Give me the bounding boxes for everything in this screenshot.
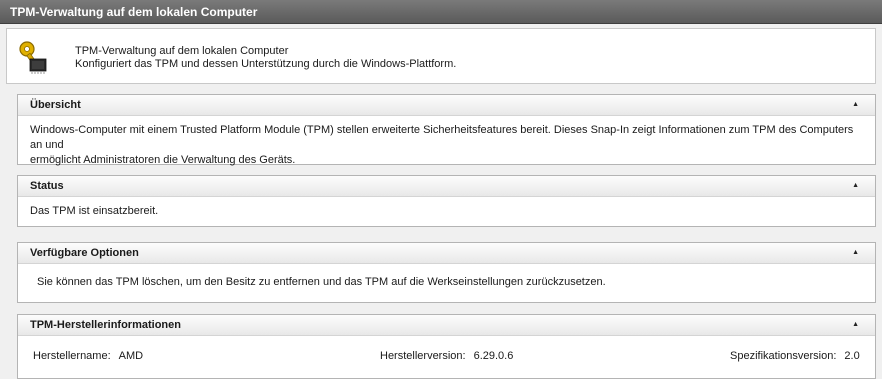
manufacturer-version-label: Herstellerversion: [380,350,466,362]
overview-title: Übersicht [30,99,81,111]
overview-collapse-button[interactable]: ▲ [852,95,859,115]
manufacturer-title: TPM-Herstellerinformationen [30,319,181,331]
header-description: Konfiguriert das TPM und dessen Unterstü… [75,58,457,70]
options-panel: Verfügbare Optionen ▲ Sie können das TPM… [17,242,876,303]
manufacturer-panel: TPM-Herstellerinformationen ▲ Hersteller… [17,314,876,379]
manufacturer-version-value: 6.29.0.6 [473,350,514,362]
key-chip-icon [19,41,47,74]
options-panel-header[interactable]: Verfügbare Optionen ▲ [18,243,875,264]
manufacturer-panel-header[interactable]: TPM-Herstellerinformationen ▲ [18,315,875,336]
options-text: Sie können das TPM löschen, um den Besit… [37,276,606,288]
overview-text-line1: Windows-Computer mit einem Trusted Platf… [30,124,854,151]
manufacturer-name-value: AMD [118,350,144,362]
overview-text-line2: ermöglicht Administratoren die Verwaltun… [30,154,296,166]
spec-version-value: 2.0 [844,350,860,362]
options-title: Verfügbare Optionen [30,247,139,259]
manufacturer-name-label: Herstellername: [33,350,111,362]
status-panel: Status ▲ Das TPM ist einsatzbereit. [17,175,876,227]
options-collapse-button[interactable]: ▲ [852,243,859,263]
overview-panel: Übersicht ▲ Windows-Computer mit einem T… [17,94,876,166]
manufacturer-name-field: Herstellername: AMD [33,349,143,364]
content-area: TPM-Verwaltung auf dem lokalen Computer … [0,24,882,379]
manufacturer-version-field: Herstellerversion: 6.29.0.6 [380,349,513,364]
spec-version-field: Spezifikationsversion: 2.0 [730,349,860,364]
status-collapse-button[interactable]: ▲ [852,176,859,196]
manufacturer-info-row: Herstellername: AMD Herstellerversion: 6.2… [30,349,863,365]
window-title: TPM-Verwaltung auf dem lokalen Computer [0,0,882,24]
manufacturer-collapse-button[interactable]: ▲ [852,315,859,335]
status-text: Das TPM ist einsatzbereit. [30,205,159,217]
status-panel-header[interactable]: Status ▲ [18,176,875,197]
overview-panel-header[interactable]: Übersicht ▲ [18,95,875,116]
spec-version-label: Spezifikationsversion: [730,350,837,362]
header-title: TPM-Verwaltung auf dem lokalen Computer [75,45,289,57]
status-title: Status [30,180,64,192]
snapin-header: TPM-Verwaltung auf dem lokalen Computer … [6,28,876,84]
